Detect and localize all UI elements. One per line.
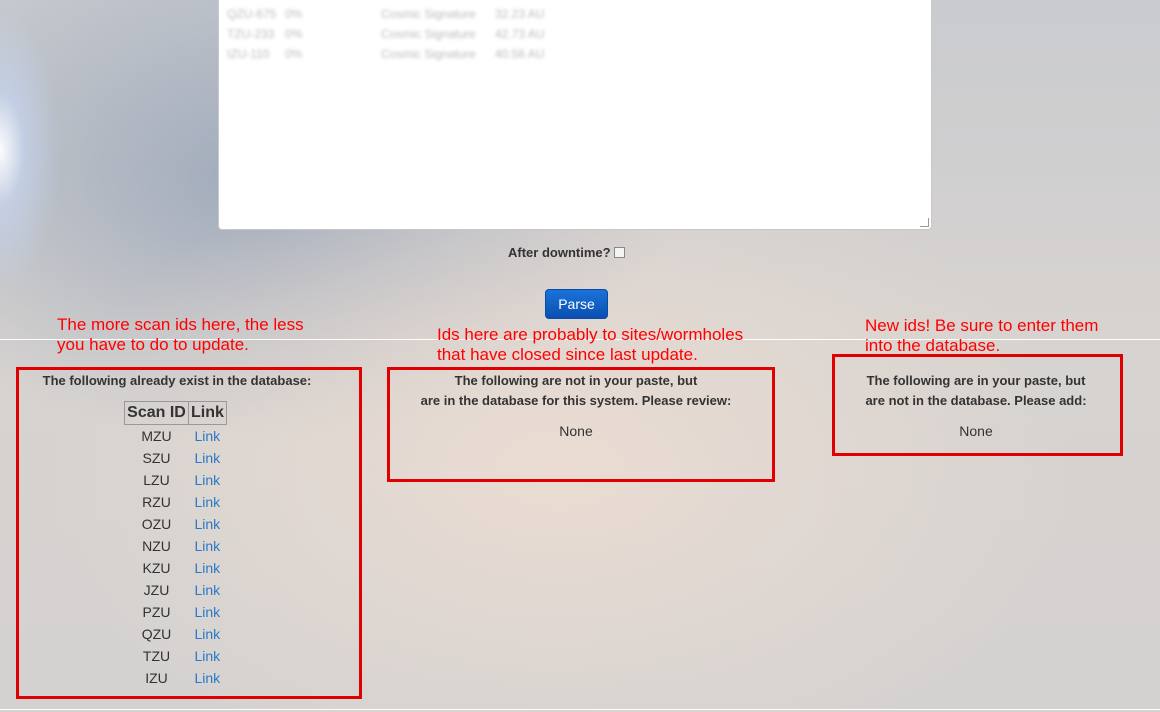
table-row: SZU Link: [125, 447, 227, 469]
scan-link[interactable]: Link: [189, 579, 227, 601]
scan-id: KZU: [142, 560, 171, 576]
annotation-middle: Ids here are probably to sites/wormholes…: [437, 325, 744, 364]
scan-id: RZU: [142, 494, 171, 510]
scan-id: JZU: [143, 582, 170, 598]
table-row: LZU Link: [125, 469, 227, 491]
scan-link[interactable]: Link: [189, 469, 227, 491]
parse-button[interactable]: Parse: [545, 289, 608, 319]
after-downtime-checkbox[interactable]: [613, 247, 625, 258]
column-header-link: Link: [188, 401, 227, 425]
new-ids-value: None: [959, 423, 993, 439]
table-row: JZU Link: [125, 579, 227, 601]
scan-link[interactable]: Link: [189, 425, 227, 448]
table-row: PZU Link: [125, 601, 227, 623]
paste-row: IZU-110 0% Cosmic Signature 40.56 AU: [227, 47, 545, 61]
scan-link[interactable]: Link: [189, 645, 227, 667]
scan-link[interactable]: Link: [189, 447, 227, 469]
scan-id: SZU: [142, 450, 171, 466]
after-downtime-label: After downtime?: [508, 245, 611, 260]
annotation-left: The more scan ids here, the less you hav…: [57, 315, 304, 354]
scan-link[interactable]: Link: [189, 535, 227, 557]
scan-link[interactable]: Link: [189, 491, 227, 513]
annotation-right: New ids! Be sure to enter them into the …: [865, 316, 1099, 355]
table-row: MZU Link: [125, 425, 227, 448]
table-row: OZU Link: [125, 513, 227, 535]
table-row: QZU Link: [125, 623, 227, 645]
scan-id: LZU: [143, 472, 170, 488]
scan-link[interactable]: Link: [189, 667, 227, 689]
scan-id: QZU: [141, 626, 172, 642]
scan-id: OZU: [141, 516, 172, 532]
scan-link[interactable]: Link: [189, 601, 227, 623]
missing-title: The following are not in your paste, but…: [420, 373, 732, 408]
paste-textarea[interactable]: QZU-675 0% Cosmic Signature 32.23 AU TZU-23…: [218, 0, 932, 230]
existing-ids-table: Scan ID Link MZU Link SZU Link LZU Link RZU…: [124, 401, 227, 689]
table-row: TZU Link: [125, 645, 227, 667]
scan-id: PZU: [142, 604, 171, 620]
table-row: IZU Link: [125, 667, 227, 689]
scan-link[interactable]: Link: [189, 557, 227, 579]
existing-title: The following already exist in the datab…: [42, 373, 312, 388]
table-row: RZU Link: [125, 491, 227, 513]
scan-id: TZU: [142, 648, 171, 664]
new-ids-title: The following are in your paste, but are…: [865, 373, 1087, 408]
missing-value: None: [559, 423, 593, 439]
scan-id: MZU: [141, 428, 172, 444]
column-header-scan-id: Scan ID: [124, 401, 189, 425]
paste-row: TZU-233 0% Cosmic Signature 42.73 AU: [227, 27, 545, 41]
paste-row: QZU-675 0% Cosmic Signature 32.23 AU: [227, 7, 545, 21]
table-row: NZU Link: [125, 535, 227, 557]
scan-link[interactable]: Link: [189, 513, 227, 535]
after-downtime-field[interactable]: After downtime?: [508, 245, 625, 260]
scan-id: IZU: [145, 670, 168, 686]
table-row: KZU Link: [125, 557, 227, 579]
scan-id: NZU: [142, 538, 171, 554]
resize-grip-icon[interactable]: [920, 218, 929, 227]
divider: [0, 709, 1160, 710]
scan-link[interactable]: Link: [189, 623, 227, 645]
